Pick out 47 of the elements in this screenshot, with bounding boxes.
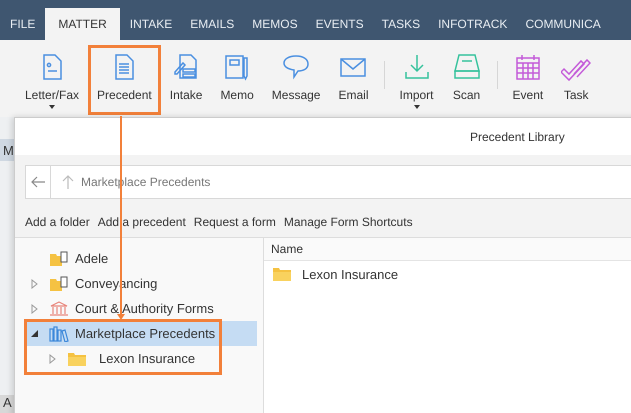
ribbon-button[interactable]: Letter/Fax: [16, 45, 88, 115]
toolbar-link[interactable]: Manage Form Shortcuts: [284, 215, 413, 229]
ribbon-button[interactable]: Intake: [160, 45, 212, 115]
folder-icon: [272, 266, 292, 282]
ribbon-button[interactable]: Import: [390, 45, 443, 115]
tree-item[interactable]: Marketplace Precedents: [27, 321, 257, 346]
ribbon-tab[interactable]: MEMOS: [244, 8, 306, 40]
column-header: M: [0, 139, 14, 161]
ribbon-button[interactable]: Message: [262, 45, 330, 115]
up-arrow-icon[interactable]: [61, 175, 75, 189]
toolbar-link[interactable]: Add a precedent: [98, 215, 186, 229]
expand-arrow-icon[interactable]: [30, 278, 38, 288]
scanner-icon: [452, 52, 482, 82]
ribbon-tab[interactable]: INFOTRACK: [430, 8, 516, 40]
folder-icon: [67, 350, 87, 366]
tree-item[interactable]: Adele: [27, 246, 257, 271]
expand-arrow-icon[interactable]: [48, 354, 56, 364]
ribbon-tab[interactable]: TASKS: [374, 8, 428, 40]
ribbon-tab[interactable]: INTAKE: [122, 8, 180, 40]
ribbon-button[interactable]: Memo: [211, 45, 263, 115]
column-header[interactable]: Name: [271, 242, 304, 256]
list-row[interactable]: Lexon Insurance: [264, 261, 631, 287]
caret-icon: [414, 105, 420, 109]
cell-text: A: [0, 395, 14, 413]
books-icon: [49, 326, 69, 342]
back-arrow-icon[interactable]: [31, 176, 45, 188]
dialog-title: Precedent Library: [470, 130, 565, 144]
toolbar-link[interactable]: Request a form: [194, 215, 276, 229]
ribbon-tab[interactable]: EMAILS: [182, 8, 242, 40]
folder-document-icon: [49, 250, 69, 266]
ribbon-tab[interactable]: FILE: [2, 8, 44, 40]
ribbon-button[interactable]: Scan: [442, 45, 491, 115]
tree-item[interactable]: Court & Authority Forms: [27, 296, 257, 321]
ribbon-button[interactable]: Task: [552, 45, 600, 115]
collapse-arrow-icon[interactable]: [30, 330, 38, 337]
ribbon-button[interactable]: Precedent: [88, 45, 161, 115]
tree-item[interactable]: Lexon Insurance: [27, 346, 257, 371]
expand-arrow-icon[interactable]: [30, 304, 38, 314]
courthouse-icon: [49, 300, 69, 316]
ribbon-tab[interactable]: EVENTS: [308, 8, 372, 40]
toolbar-link[interactable]: Add a folder: [25, 215, 90, 229]
ribbon-button[interactable]: Email: [329, 45, 378, 115]
ribbon-tab[interactable]: MATTER: [45, 8, 120, 40]
ribbon-tab[interactable]: COMMUNICA: [517, 8, 609, 40]
caret-icon: [49, 105, 56, 109]
folder-document-icon: [49, 276, 69, 292]
ribbon-button[interactable]: Event: [504, 45, 552, 115]
